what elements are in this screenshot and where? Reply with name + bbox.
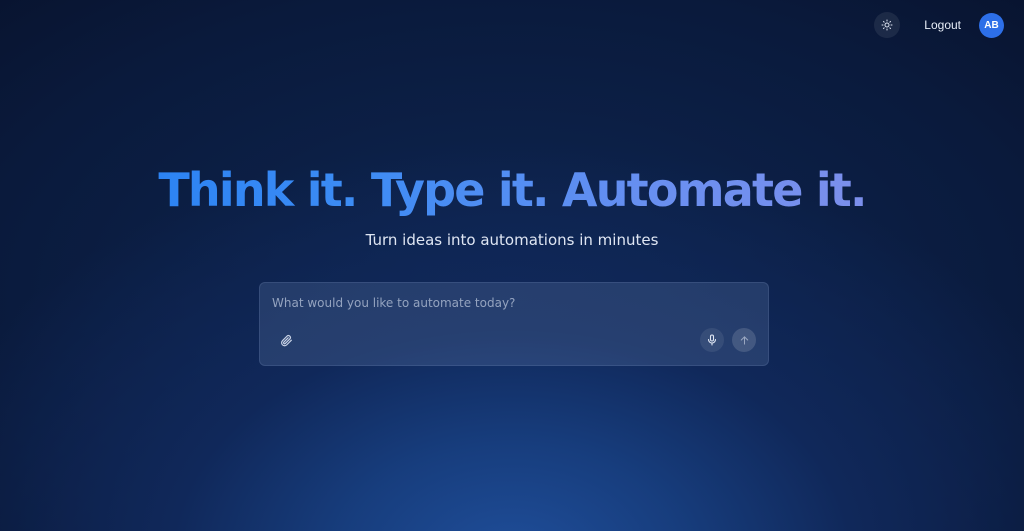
top-bar: Logout AB (874, 12, 1004, 38)
hero-title: Think it. Type it. Automate it. (0, 158, 1024, 222)
paperclip-icon (280, 332, 293, 351)
user-avatar[interactable]: AB (979, 12, 1004, 38)
microphone-button[interactable] (700, 328, 724, 352)
prompt-input[interactable] (272, 296, 752, 310)
theme-toggle-button[interactable] (874, 12, 901, 38)
prompt-box (259, 282, 769, 366)
logout-link[interactable]: Logout (924, 18, 961, 32)
sun-icon (881, 16, 893, 35)
hero-subtitle: Turn ideas into automations in minutes (365, 231, 659, 249)
microphone-icon (706, 331, 718, 350)
attach-file-button[interactable] (274, 329, 298, 353)
arrow-up-icon (739, 331, 750, 350)
send-button[interactable] (732, 328, 756, 352)
